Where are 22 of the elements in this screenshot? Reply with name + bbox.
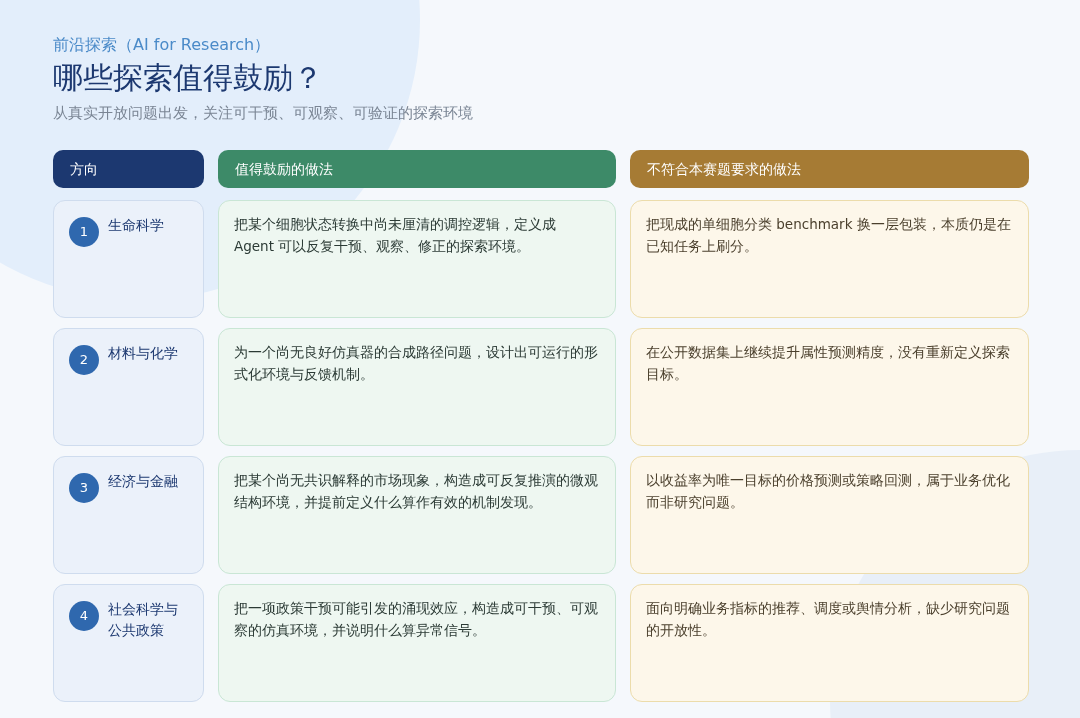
encouraged-text: 为一个尚无良好仿真器的合成路径问题，设计出可运行的形式化环境与反馈机制。 xyxy=(234,343,599,384)
number-badge: 4 xyxy=(69,601,99,631)
column-header: 值得鼓励的做法 xyxy=(218,150,616,188)
not-accepted-text: 在公开数据集上继续提升属性预测精度，没有重新定义探索目标。 xyxy=(646,343,1011,384)
column-header: 方向 xyxy=(53,150,204,188)
direction-label: 社会科学与公共政策 xyxy=(108,600,179,640)
encouraged-text: 把一项政策干预可能引发的涌现效应，构造成可干预、可观察的仿真环境，并说明什么算异常信号。 xyxy=(234,599,599,640)
encouraged-text: 把某个尚无共识解释的市场现象，构造成可反复推演的微观结构环境，并提前定义什么算作有效的机制发现。 xyxy=(234,471,599,512)
column-header: 不符合本赛题要求的做法 xyxy=(630,150,1029,188)
not-accepted-text: 把现成的单细胞分类 benchmark 换一层包装，本质仍是在已知任务上刷分。 xyxy=(646,215,1012,256)
eyebrow-label: 前沿探索（AI for Research） xyxy=(53,34,272,56)
encouraged-text: 把某个细胞状态转换中尚未厘清的调控逻辑，定义成 Agent 可以反复干预、观察、修正的探索环境。 xyxy=(234,215,557,256)
direction-label: 经济与金融 xyxy=(108,472,179,491)
number-badge: 2 xyxy=(69,345,99,375)
number-badge: 3 xyxy=(69,473,99,503)
direction-label: 材料与化学 xyxy=(108,344,179,363)
direction-label: 生命科学 xyxy=(108,216,165,235)
not-accepted-text: 以收益率为唯一目标的价格预测或策略回测，属于业务优化而非研究问题。 xyxy=(646,471,1011,512)
not-accepted-text: 面向明确业务指标的推荐、调度或舆情分析，缺少研究问题的开放性。 xyxy=(646,599,1011,640)
page-title: 哪些探索值得鼓励？ xyxy=(53,59,324,97)
page-subtitle: 从真实开放问题出发，关注可干预、可观察、可验证的探索环境 xyxy=(53,103,474,124)
number-badge: 1 xyxy=(69,217,99,247)
